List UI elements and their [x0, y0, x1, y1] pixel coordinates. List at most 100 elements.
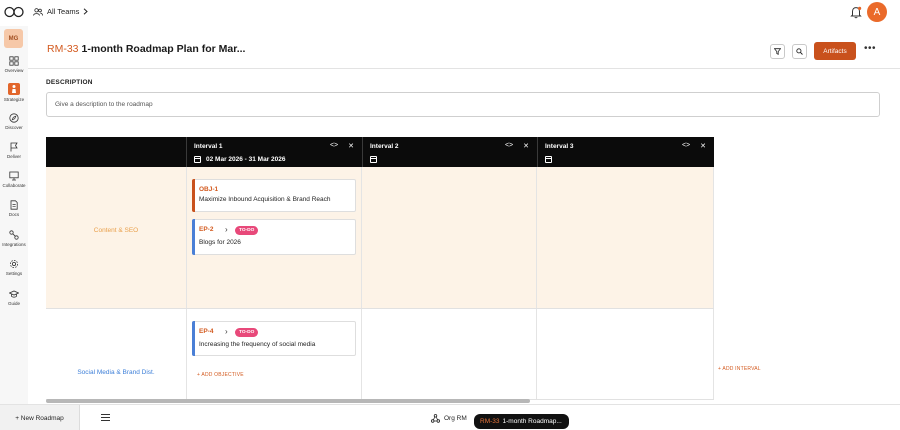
- workspace-badge[interactable]: MG: [4, 29, 23, 48]
- app-logo-icon[interactable]: [4, 6, 24, 18]
- chevron-right-icon[interactable]: ›: [225, 327, 228, 336]
- status-badge[interactable]: TO-DO: [235, 226, 259, 235]
- team-selector-label: All Teams: [47, 7, 80, 16]
- theme-row: Content & SEO OBJ-1 Maximize Inbound Acq…: [46, 167, 714, 309]
- search-icon: [796, 48, 803, 55]
- card-title: Blogs for 2026: [199, 239, 241, 246]
- interval-cell[interactable]: [537, 309, 714, 399]
- left-sidebar: MG Overview Strategize Discover Deliver …: [0, 26, 28, 404]
- users-icon: [33, 7, 43, 16]
- graduation-cap-icon: [9, 290, 19, 298]
- interval-column-header[interactable]: Interval 3 <> ✕: [537, 137, 714, 167]
- sidebar-item-label: Discover: [5, 125, 23, 130]
- link-icon: [9, 230, 19, 240]
- compass-icon: [9, 113, 19, 123]
- sidebar-item-label: Settings: [5, 271, 23, 276]
- calendar-icon: [545, 156, 552, 163]
- roadmap-header: RM-33 1-month Roadmap Plan for Mar... Art…: [28, 26, 900, 69]
- team-selector[interactable]: All Teams: [33, 7, 89, 16]
- interval-date-range[interactable]: [370, 156, 382, 163]
- theme-label-cell: [46, 167, 187, 308]
- card-accent-bar: [192, 321, 195, 356]
- artifacts-button[interactable]: Artifacts: [814, 42, 856, 60]
- card-accent-bar: [192, 179, 195, 212]
- theme-label-cell: [46, 309, 187, 399]
- sidebar-item-label: Docs: [8, 212, 20, 217]
- filter-icon: [774, 48, 781, 55]
- theme-label[interactable]: Social Media & Brand Dist.: [46, 369, 186, 376]
- interval-column-header[interactable]: Interval 1 02 Mar 2026 - 31 Mar 2026 <> ✕: [186, 137, 362, 167]
- theme-row: Social Media & Brand Dist. EP-4 › TO-DO …: [46, 309, 714, 400]
- interval-header-row: Interval 1 02 Mar 2026 - 31 Mar 2026 <> ✕…: [46, 137, 714, 167]
- more-options-button[interactable]: •••: [864, 43, 876, 54]
- sidebar-item-label: Overview: [4, 68, 24, 73]
- roadmap-tab-key: RM-33: [480, 418, 500, 425]
- code-expand-icon[interactable]: <>: [682, 142, 690, 150]
- search-button[interactable]: [792, 44, 807, 59]
- sidebar-item-settings[interactable]: Settings: [0, 259, 28, 276]
- chevron-right-icon: [84, 8, 89, 15]
- interval-name: Interval 3: [545, 143, 574, 150]
- menu-icon[interactable]: [101, 414, 110, 421]
- add-objective-button[interactable]: + ADD OBJECTIVE: [197, 372, 244, 378]
- card-title: Maximize Inbound Acquisition & Brand Rea…: [199, 196, 331, 203]
- interval-cell[interactable]: [362, 167, 537, 308]
- filter-button[interactable]: [770, 44, 785, 59]
- org-roadmap-link[interactable]: Org RM: [431, 414, 467, 423]
- doc-icon: [10, 200, 18, 210]
- sidebar-item-label: Collaborate: [2, 183, 26, 188]
- code-expand-icon[interactable]: <>: [505, 142, 513, 150]
- chess-icon: [12, 85, 16, 93]
- interval-date-range[interactable]: 02 Mar 2026 - 31 Mar 2026: [194, 156, 286, 163]
- add-interval-button[interactable]: + ADD INTERVAL: [718, 366, 761, 372]
- interval-cell[interactable]: [362, 309, 537, 399]
- interval-column-header[interactable]: Interval 2 <> ✕: [362, 137, 537, 167]
- sidebar-item-label: Guide: [7, 301, 20, 306]
- description-input[interactable]: Give a description to the roadmap: [46, 92, 880, 117]
- sidebar-item-docs[interactable]: Docs: [0, 200, 28, 217]
- interval-cell[interactable]: [537, 167, 714, 308]
- sidebar-item-discover[interactable]: Discover: [0, 113, 28, 130]
- top-bar: All Teams A: [0, 0, 900, 26]
- calendar-icon: [370, 156, 377, 163]
- gear-icon: [10, 260, 18, 268]
- user-avatar[interactable]: A: [867, 2, 887, 22]
- sidebar-item-overview[interactable]: Overview: [0, 56, 28, 73]
- monitor-icon: [9, 171, 19, 181]
- roadmap-tab-title: 1-month Roadmap...: [502, 418, 562, 425]
- sidebar-item-strategize[interactable]: Strategize: [0, 83, 28, 102]
- card-key: EP-4: [199, 328, 214, 335]
- page-title[interactable]: RM-33 1-month Roadmap Plan for Mar...: [47, 43, 245, 55]
- grid-icon: [9, 56, 19, 66]
- epic-card[interactable]: EP-2 › TO-DO Blogs for 2026: [192, 219, 356, 255]
- close-icon[interactable]: ✕: [348, 142, 354, 150]
- sidebar-item-label: Deliver: [6, 154, 21, 159]
- chevron-right-icon[interactable]: ›: [225, 225, 228, 234]
- open-roadmap-tab[interactable]: RM-33 1-month Roadmap...: [474, 414, 569, 429]
- roadmap-title: 1-month Roadmap Plan for Mar...: [81, 43, 246, 55]
- sidebar-item-deliver[interactable]: Deliver: [0, 142, 28, 159]
- epic-card[interactable]: EP-4 › TO-DO Increasing the frequency of…: [192, 321, 356, 356]
- calendar-icon: [194, 156, 201, 163]
- flag-icon: [10, 142, 18, 152]
- card-accent-bar: [192, 219, 195, 255]
- notification-bell-icon[interactable]: [849, 5, 863, 19]
- sidebar-item-integrations[interactable]: Integrations: [0, 230, 28, 247]
- sidebar-item-guide[interactable]: Guide: [0, 289, 28, 306]
- sidebar-item-collaborate[interactable]: Collaborate: [0, 171, 28, 188]
- new-roadmap-button[interactable]: + New Roadmap: [0, 405, 80, 430]
- code-expand-icon[interactable]: <>: [330, 142, 338, 150]
- theme-label[interactable]: Content & SEO: [46, 227, 186, 234]
- status-badge[interactable]: TO-DO: [235, 328, 259, 337]
- sidebar-item-label: Integrations: [2, 242, 26, 247]
- card-title: Increasing the frequency of social media: [199, 341, 316, 348]
- org-roadmap-label: Org RM: [444, 415, 467, 422]
- card-key: OBJ-1: [199, 186, 219, 193]
- horizontal-scrollbar[interactable]: [46, 399, 530, 403]
- objective-card[interactable]: OBJ-1 Maximize Inbound Acquisition & Bra…: [192, 179, 356, 212]
- sidebar-item-label: Strategize: [3, 97, 25, 102]
- close-icon[interactable]: ✕: [700, 142, 706, 150]
- interval-date-range[interactable]: [545, 156, 557, 163]
- description-label: DESCRIPTION: [46, 79, 93, 86]
- close-icon[interactable]: ✕: [523, 142, 529, 150]
